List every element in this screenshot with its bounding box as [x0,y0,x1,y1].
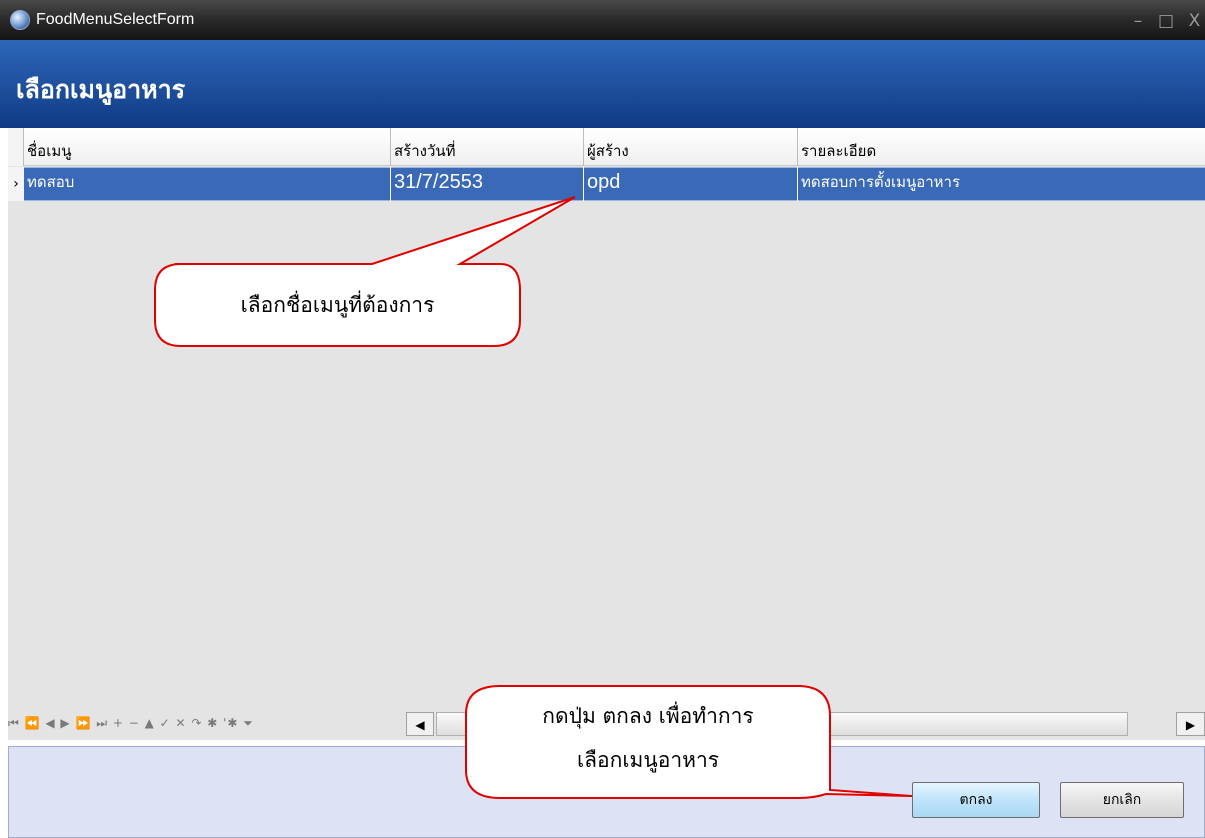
callout-press-ok-text-line2: เลือกเมนูอาหาร [576,748,720,772]
callout-select-menu-text: เลือกชื่อเมนูที่ต้องการ [240,293,435,317]
callout-select-menu-bubble [154,196,576,347]
callout-press-ok-text-line1: กดปุ่ม ตกลง เพื่อทำการ [542,704,754,728]
